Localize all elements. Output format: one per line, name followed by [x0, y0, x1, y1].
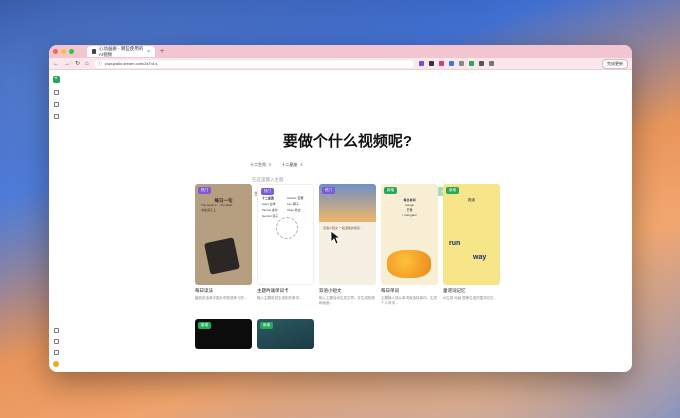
template-card[interactable]: 新增 每日单词 mango 芒果 /ˈmæŋɡəʊ/ 每日单词 主题输入或从单词…	[381, 184, 438, 305]
reload-icon[interactable]: ↻	[75, 60, 80, 67]
history-nav-icon[interactable]	[53, 114, 59, 119]
tab-title: 心动画廊 - 哪些使用的AI视频	[98, 45, 144, 57]
tab-strip: 心动画廊 - 哪些使用的AI视频 × +	[49, 45, 632, 58]
site-info-icon[interactable]: ⓘ	[98, 61, 102, 67]
template-title: 每日读法	[195, 288, 213, 293]
browser-tab[interactable]: 心动画廊 - 哪些使用的AI视频 ×	[87, 46, 155, 57]
extension-icon[interactable]	[448, 61, 454, 66]
send-icon[interactable]	[53, 350, 59, 355]
template-thumbnail: 新增 每日单词 mango 芒果 /ˈmæŋɡəʊ/	[381, 184, 438, 285]
thumbnail-text: 每日一句 The book is ... the table. 书在桌子上	[201, 198, 234, 212]
chip-label: 十二星座	[281, 162, 298, 167]
template-title: 每日单词	[381, 288, 399, 293]
template-thumbnail: 热门 十二星座 Aries 白羊 Taurus 金牛 Gemini 双子 Can…	[257, 184, 314, 285]
settings-icon[interactable]	[53, 328, 59, 333]
thumbnail-text: 双语小短文 一段温暖的阅读...	[323, 226, 363, 230]
template-card[interactable]: 新增 跑道 run way 童谣词记忆 AI生成 动画 图像生成的童词记忆...	[443, 184, 500, 305]
template-thumbnail: 热门 每日一句 The book is ... the table. 书在桌子上	[195, 184, 252, 285]
browser-window: 心动画廊 - 哪些使用的AI视频 × + ← → ↻ ⌂ ⓘ popupalio…	[49, 45, 632, 372]
template-thumbnail: 新增 跑道 run way	[443, 184, 500, 285]
template-thumbnail: 新增	[257, 319, 314, 349]
create-icon[interactable]: +	[52, 76, 60, 83]
template-badge: 新增	[384, 187, 397, 194]
book-illustration	[204, 237, 240, 275]
home-nav-icon[interactable]	[53, 90, 59, 95]
tab-favicon-icon	[92, 49, 96, 54]
extension-icon[interactable]	[428, 61, 434, 66]
template-description: 输入主题自动生成文章，并生成配音和画面...	[319, 296, 375, 305]
thumbnail-text: 跑道	[468, 198, 475, 202]
app-sidebar: +	[49, 70, 63, 372]
mango-illustration	[387, 250, 431, 278]
template-thumbnail: 新增	[195, 319, 252, 349]
back-icon[interactable]: ←	[53, 61, 59, 67]
extensions-menu-icon[interactable]	[488, 61, 494, 66]
url-text: popupalio.dream.com/ZsTvLs	[104, 61, 158, 66]
extension-icon[interactable]	[458, 61, 464, 66]
chip-label: 十二生肖	[250, 162, 266, 167]
template-badge: 新增	[198, 322, 211, 329]
template-badge: 新增	[260, 322, 273, 329]
template-card[interactable]: 新增	[257, 319, 314, 349]
topic-chip[interactable]: 十二星座 ≡	[281, 162, 302, 168]
template-card[interactable]: 热门 每日一句 The book is ... the table. 书在桌子上…	[195, 184, 252, 305]
thumbnail-word: way	[473, 254, 487, 261]
template-badge: 热门	[198, 187, 211, 194]
template-description: 输入主题说说生成相关单词...	[257, 296, 302, 300]
template-title: 双语小短文	[319, 288, 342, 293]
chip-menu-icon: ≡	[269, 162, 272, 167]
extension-icon[interactable]	[478, 61, 484, 66]
template-title: 童谣词记忆	[443, 288, 466, 293]
zoom-window-button[interactable]	[69, 49, 74, 54]
template-thumbnail: 热门 双语小短文 一段温暖的阅读...	[319, 184, 376, 285]
avatar[interactable]	[53, 361, 59, 367]
new-tab-icon[interactable]: +	[160, 48, 164, 55]
template-description: 播放说话单字图片吧英语练习的...	[195, 296, 247, 300]
forward-icon[interactable]: →	[64, 61, 70, 67]
template-gallery-row-2: 新增 新增	[195, 319, 314, 349]
template-badge: 热门	[261, 188, 274, 195]
template-badge: 新增	[446, 187, 459, 194]
minimize-window-button[interactable]	[61, 49, 66, 54]
extension-icon[interactable]	[438, 61, 444, 66]
topic-chips: 十二生肖 ≡ 十二星座 ≡	[250, 162, 303, 168]
template-badge: 热门	[322, 187, 335, 194]
address-bar[interactable]: ⓘ popupalio.dream.com/ZsTvLs	[93, 59, 414, 68]
page-title: 要做个什么视频呢?	[282, 133, 413, 150]
template-card[interactable]: 新增	[195, 319, 252, 349]
template-gallery: 热门 每日一句 The book is ... the table. 书在桌子上…	[195, 184, 500, 305]
tab-close-icon[interactable]: ×	[147, 49, 150, 55]
extension-icon[interactable]	[468, 61, 474, 66]
template-description: AI生成 动画 图像生成的童词记忆...	[443, 296, 497, 300]
topic-input[interactable]: 在这里输入主题	[252, 177, 284, 183]
extension-icon[interactable]	[418, 61, 424, 66]
thumbnail-word: run	[449, 240, 461, 247]
chip-menu-icon: ≡	[300, 162, 303, 167]
template-title: 主题吟诵单词卡	[257, 288, 289, 293]
zodiac-wheel-illustration	[276, 217, 298, 239]
library-nav-icon[interactable]	[53, 102, 59, 107]
close-window-button[interactable]	[53, 49, 58, 54]
profile-button[interactable]: 完成更新	[602, 58, 628, 69]
template-card[interactable]: 热门 十二星座 Aries 白羊 Taurus 金牛 Gemini 双子 Can…	[257, 184, 314, 305]
template-card[interactable]: 热门 双语小短文 一段温暖的阅读... 双语小短文 输入主题自动生成文章，并生成…	[319, 184, 376, 305]
browser-toolbar: ← → ↻ ⌂ ⓘ popupalio.dream.com/ZsTvLs 完成更…	[49, 58, 632, 70]
help-icon[interactable]	[53, 339, 59, 344]
template-description: 主题输入或从单词库选择单词，生成个人背词...	[381, 296, 437, 305]
home-icon[interactable]: ⌂	[85, 61, 89, 67]
topic-chip[interactable]: 十二生肖 ≡	[250, 162, 271, 168]
thumbnail-text: 十二星座 Aries 白羊 Taurus 金牛 Gemini 双子 Cancer…	[262, 196, 304, 218]
mouse-cursor-icon	[330, 230, 342, 245]
thumbnail-text: 每日单词 mango 芒果 /ˈmæŋɡəʊ/	[402, 198, 417, 217]
